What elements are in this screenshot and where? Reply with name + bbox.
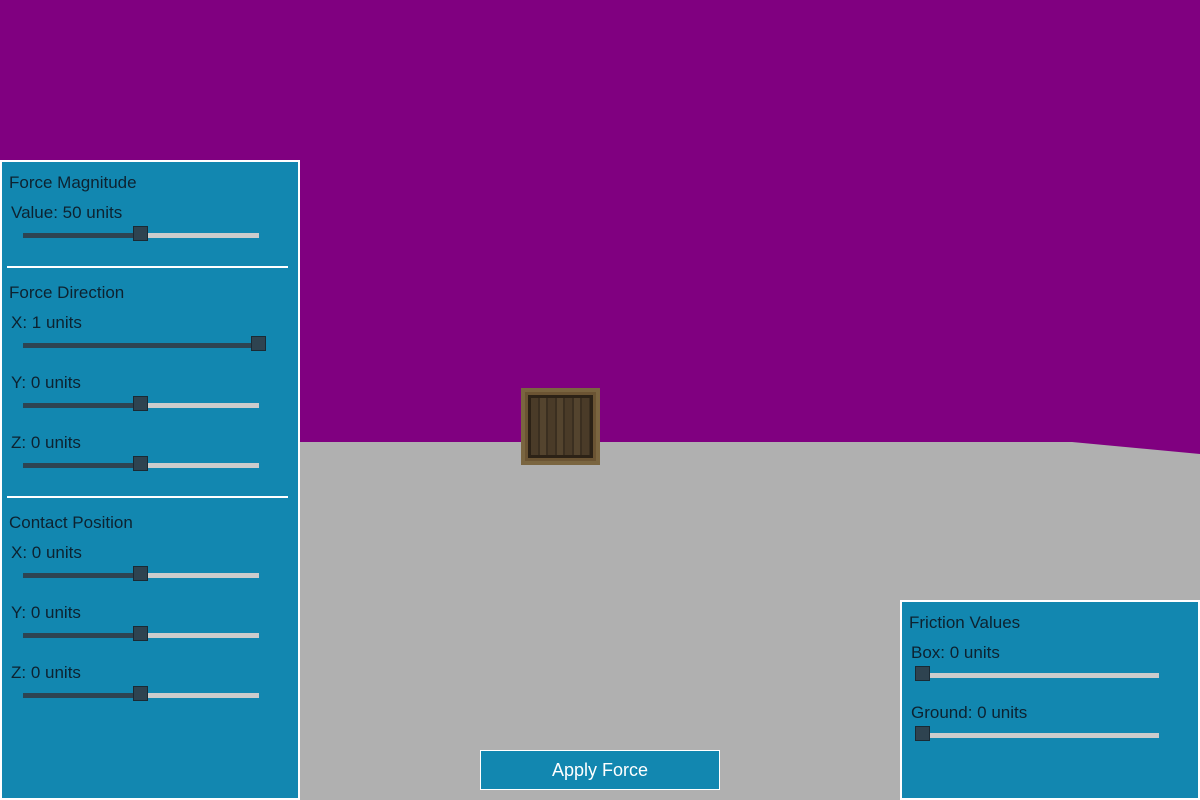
force-magnitude-slider[interactable]: [23, 226, 259, 241]
slider-fill: [23, 403, 141, 408]
slider-thumb[interactable]: [133, 626, 148, 641]
slider-thumb[interactable]: [133, 396, 148, 411]
contact-position-title: Contact Position: [9, 513, 133, 532]
force-direction-x-label: X: 1 units: [11, 313, 82, 332]
contact-position-x-slider[interactable]: [23, 566, 259, 581]
force-direction-title: Force Direction: [9, 283, 125, 302]
force-direction-z-label: Z: 0 units: [11, 433, 81, 452]
force-direction-z-slider[interactable]: [23, 456, 259, 471]
slider-thumb[interactable]: [133, 226, 148, 241]
wooden-crate[interactable]: [521, 388, 600, 465]
force-direction-x-slider[interactable]: [23, 336, 266, 351]
friction-values-title: Friction Values: [909, 613, 1021, 632]
force-magnitude-title: Force Magnitude: [9, 173, 137, 192]
slider-thumb[interactable]: [133, 456, 148, 471]
section-divider: [7, 266, 288, 268]
crate-planks: [528, 395, 593, 458]
friction-ground-slider[interactable]: [915, 726, 1159, 741]
force-controls-panel: Force Magnitude Value: 50 units Force Di…: [0, 160, 300, 800]
slider-fill: [23, 573, 141, 578]
slider-thumb[interactable]: [915, 726, 930, 741]
contact-position-y-label: Y: 0 units: [11, 603, 81, 622]
force-magnitude-value-label: Value: 50 units: [11, 203, 123, 222]
slider-fill: [23, 233, 141, 238]
contact-position-x-label: X: 0 units: [11, 543, 82, 562]
contact-position-y-slider[interactable]: [23, 626, 259, 641]
friction-box-label: Box: 0 units: [911, 643, 1000, 662]
slider-thumb[interactable]: [251, 336, 266, 351]
slider-fill: [23, 343, 259, 348]
slider-thumb[interactable]: [915, 666, 930, 681]
section-divider: [7, 496, 288, 498]
contact-position-z-label: Z: 0 units: [11, 663, 81, 682]
slider-fill: [23, 463, 141, 468]
slider-fill: [23, 693, 141, 698]
friction-box-slider[interactable]: [915, 666, 1159, 681]
slider-thumb[interactable]: [133, 686, 148, 701]
force-direction-y-slider[interactable]: [23, 396, 259, 411]
slider-fill: [23, 633, 141, 638]
contact-position-z-slider[interactable]: [23, 686, 259, 701]
force-direction-y-label: Y: 0 units: [11, 373, 81, 392]
slider-thumb[interactable]: [133, 566, 148, 581]
friction-ground-label: Ground: 0 units: [911, 703, 1028, 722]
apply-force-button[interactable]: Apply Force: [480, 750, 720, 790]
friction-panel: Friction Values Box: 0 units Ground: 0 u…: [900, 600, 1200, 800]
